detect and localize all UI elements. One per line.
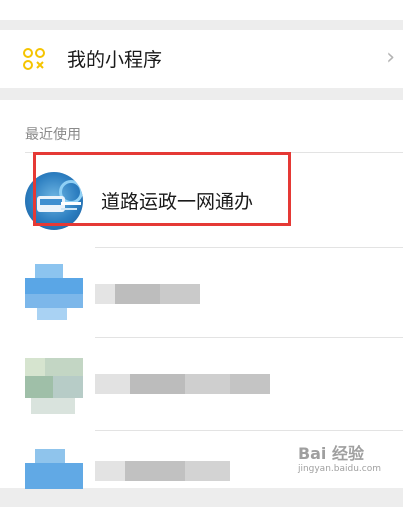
- watermark: Bai 经验 jingyan.baidu.com: [298, 440, 381, 474]
- my-mini-programs-row[interactable]: 我的小程序 ›: [0, 30, 403, 88]
- highlight-box: [33, 152, 291, 226]
- blurred-avatar-icon: [25, 358, 83, 416]
- my-mini-programs-label: 我的小程序: [67, 49, 163, 71]
- blurred-avatar-icon: [25, 264, 83, 322]
- section-gap: [0, 88, 403, 100]
- top-strip: [0, 0, 403, 20]
- blurred-avatar-icon: [25, 449, 83, 507]
- chevron-right-icon: ›: [386, 45, 395, 70]
- mini-program-icon: [23, 48, 45, 70]
- list-item-blurred[interactable]: [0, 248, 403, 337]
- blurred-text: [95, 284, 200, 304]
- blurred-text: [95, 374, 270, 394]
- recent-section-label: 最近使用: [25, 127, 81, 143]
- blurred-text: [95, 461, 230, 481]
- recent-list: 最近使用 道路运政一网通办 Bai 经验 jingyan.baidu.com: [0, 100, 403, 489]
- watermark-text: Bai 经验: [297, 444, 364, 463]
- list-item-blurred[interactable]: [0, 338, 403, 430]
- section-gap: [0, 20, 403, 30]
- watermark-sub: jingyan.baidu.com: [297, 464, 381, 474]
